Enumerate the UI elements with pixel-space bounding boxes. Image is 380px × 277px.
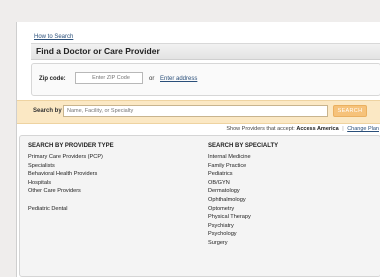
provider-type-item-specialists[interactable]: Specialists bbox=[28, 162, 114, 171]
provider-type-item-behavioral[interactable]: Behavioral Health Providers bbox=[28, 170, 114, 179]
provider-type-item-hospitals[interactable]: Hospitals bbox=[28, 179, 114, 188]
search-by-label: Search by bbox=[33, 108, 62, 114]
specialty-item-pediatrics[interactable]: Pediatrics bbox=[208, 170, 278, 179]
network-separator: | bbox=[342, 126, 344, 132]
browse-lists: SEARCH BY PROVIDER TYPE Primary Care Pro… bbox=[19, 135, 380, 277]
specialty-item-family-practice[interactable]: Family Practice bbox=[208, 162, 278, 171]
specialty-item-surgery[interactable]: Surgery bbox=[208, 239, 278, 248]
search-input[interactable] bbox=[63, 105, 328, 117]
specialty-column: SEARCH BY SPECIALTY Internal Medicine Fa… bbox=[208, 143, 278, 248]
or-text: or bbox=[149, 76, 155, 82]
zip-code-input[interactable] bbox=[75, 72, 143, 84]
main-panel: How to Search Find a Doctor or Care Prov… bbox=[16, 22, 380, 277]
title-bar: Find a Doctor or Care Provider bbox=[31, 43, 380, 60]
specialty-heading: SEARCH BY SPECIALTY bbox=[208, 143, 279, 149]
specialty-item-ophthalmology[interactable]: Ophthalmology bbox=[208, 196, 278, 205]
zip-code-label: Zip code: bbox=[39, 76, 66, 82]
specialty-item-psychology[interactable]: Psychology bbox=[208, 230, 278, 239]
specialty-item-obgyn[interactable]: OB/GYN bbox=[208, 179, 278, 188]
provider-type-heading: SEARCH BY PROVIDER TYPE bbox=[28, 143, 114, 149]
network-line: Show Providers that accept: Access Ameri… bbox=[226, 126, 379, 132]
specialty-item-physical-therapy[interactable]: Physical Therapy bbox=[208, 213, 278, 222]
specialty-item-psychiatry[interactable]: Psychiatry bbox=[208, 222, 278, 231]
change-plan-link[interactable]: Change Plan bbox=[347, 126, 379, 132]
search-bar: Search by SEARCH bbox=[17, 100, 380, 124]
search-button[interactable]: SEARCH bbox=[333, 105, 367, 117]
enter-address-link[interactable]: Enter address bbox=[160, 76, 197, 82]
zip-code-section: Zip code: or Enter address bbox=[31, 63, 380, 96]
how-to-search-link[interactable]: How to Search bbox=[34, 34, 73, 40]
specialty-item-internal-medicine[interactable]: Internal Medicine bbox=[208, 153, 278, 162]
specialty-item-dermatology[interactable]: Dermatology bbox=[208, 187, 278, 196]
provider-type-item-pediatric-dental[interactable]: Pediatric Dental bbox=[28, 205, 114, 214]
provider-type-item-pcp[interactable]: Primary Care Providers (PCP) bbox=[28, 153, 114, 162]
network-prefix: Show Providers that accept: bbox=[226, 126, 295, 132]
network-plan: Access America bbox=[296, 126, 339, 132]
provider-type-item-other[interactable]: Other Care Providers bbox=[28, 187, 114, 196]
page-title: Find a Doctor or Care Provider bbox=[36, 46, 160, 56]
specialty-item-optometry[interactable]: Optometry bbox=[208, 205, 278, 214]
top-band bbox=[0, 0, 380, 22]
provider-type-column: SEARCH BY PROVIDER TYPE Primary Care Pro… bbox=[28, 143, 114, 213]
